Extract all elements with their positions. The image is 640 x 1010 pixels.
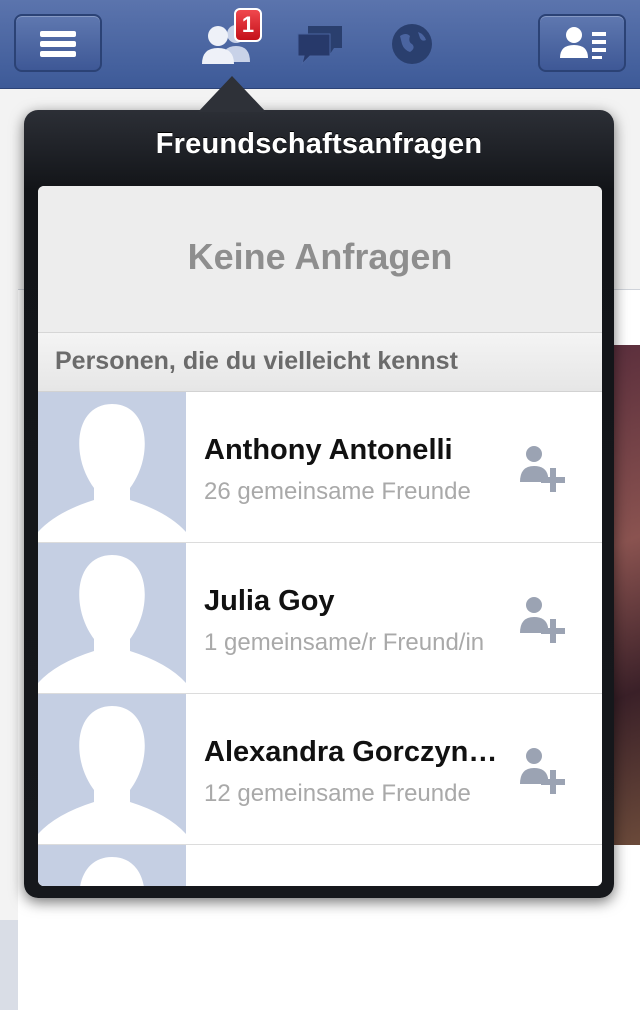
default-avatar-icon <box>38 555 186 693</box>
empty-state: Keine Anfragen <box>38 186 602 333</box>
person-name[interactable]: Anthony Antonelli <box>204 434 504 467</box>
mutual-friends: 12 gemeinsame Freunde <box>204 780 471 807</box>
avatar[interactable] <box>38 845 186 886</box>
popover-arrow <box>198 76 266 112</box>
globe-icon[interactable] <box>390 22 436 68</box>
section-header: Personen, die du vielleicht kennst <box>38 333 602 392</box>
menu-button[interactable] <box>14 14 102 72</box>
person-name[interactable]: Julia Goy <box>204 585 504 618</box>
list-item[interactable]: Alexandra Gorczynski 12 gemeinsame Freun… <box>38 694 602 845</box>
person-name[interactable]: Alexandra Gorczynski <box>204 736 504 769</box>
hamburger-icon <box>40 31 76 57</box>
avatar[interactable] <box>38 543 186 693</box>
contacts-icon <box>560 27 606 59</box>
popover-content: Keine Anfragen Personen, die du vielleic… <box>38 186 602 886</box>
section-header-text: Personen, die du vielleicht kennst <box>55 347 458 375</box>
friend-requests-badge: 1 <box>234 8 262 42</box>
top-navbar: 1 <box>0 0 640 89</box>
avatar[interactable] <box>38 392 186 542</box>
contacts-button[interactable] <box>538 14 626 72</box>
no-requests-text: Keine Anfragen <box>187 236 453 277</box>
default-avatar-icon <box>80 857 144 886</box>
add-friend-icon[interactable] <box>516 744 566 796</box>
default-avatar-icon <box>38 404 186 542</box>
add-friend-icon[interactable] <box>516 442 566 494</box>
avatar[interactable] <box>38 694 186 844</box>
friend-requests-popover: Freundschaftsanfragen Keine Anfragen Per… <box>24 76 614 898</box>
mutual-friends: 1 gemeinsame/r Freund/in <box>204 629 485 656</box>
messages-icon[interactable] <box>294 22 346 66</box>
default-avatar-icon <box>38 706 186 844</box>
add-friend-icon[interactable] <box>516 593 566 645</box>
list-item[interactable]: Julia Goy 1 gemeinsame/r Freund/in <box>38 543 602 694</box>
popover-title: Freundschaftsanfragen <box>155 128 483 160</box>
list-item[interactable] <box>38 845 602 886</box>
mutual-friends: 26 gemeinsame Freunde <box>204 478 471 505</box>
list-item[interactable]: Anthony Antonelli 26 gemeinsame Freunde <box>38 392 602 543</box>
